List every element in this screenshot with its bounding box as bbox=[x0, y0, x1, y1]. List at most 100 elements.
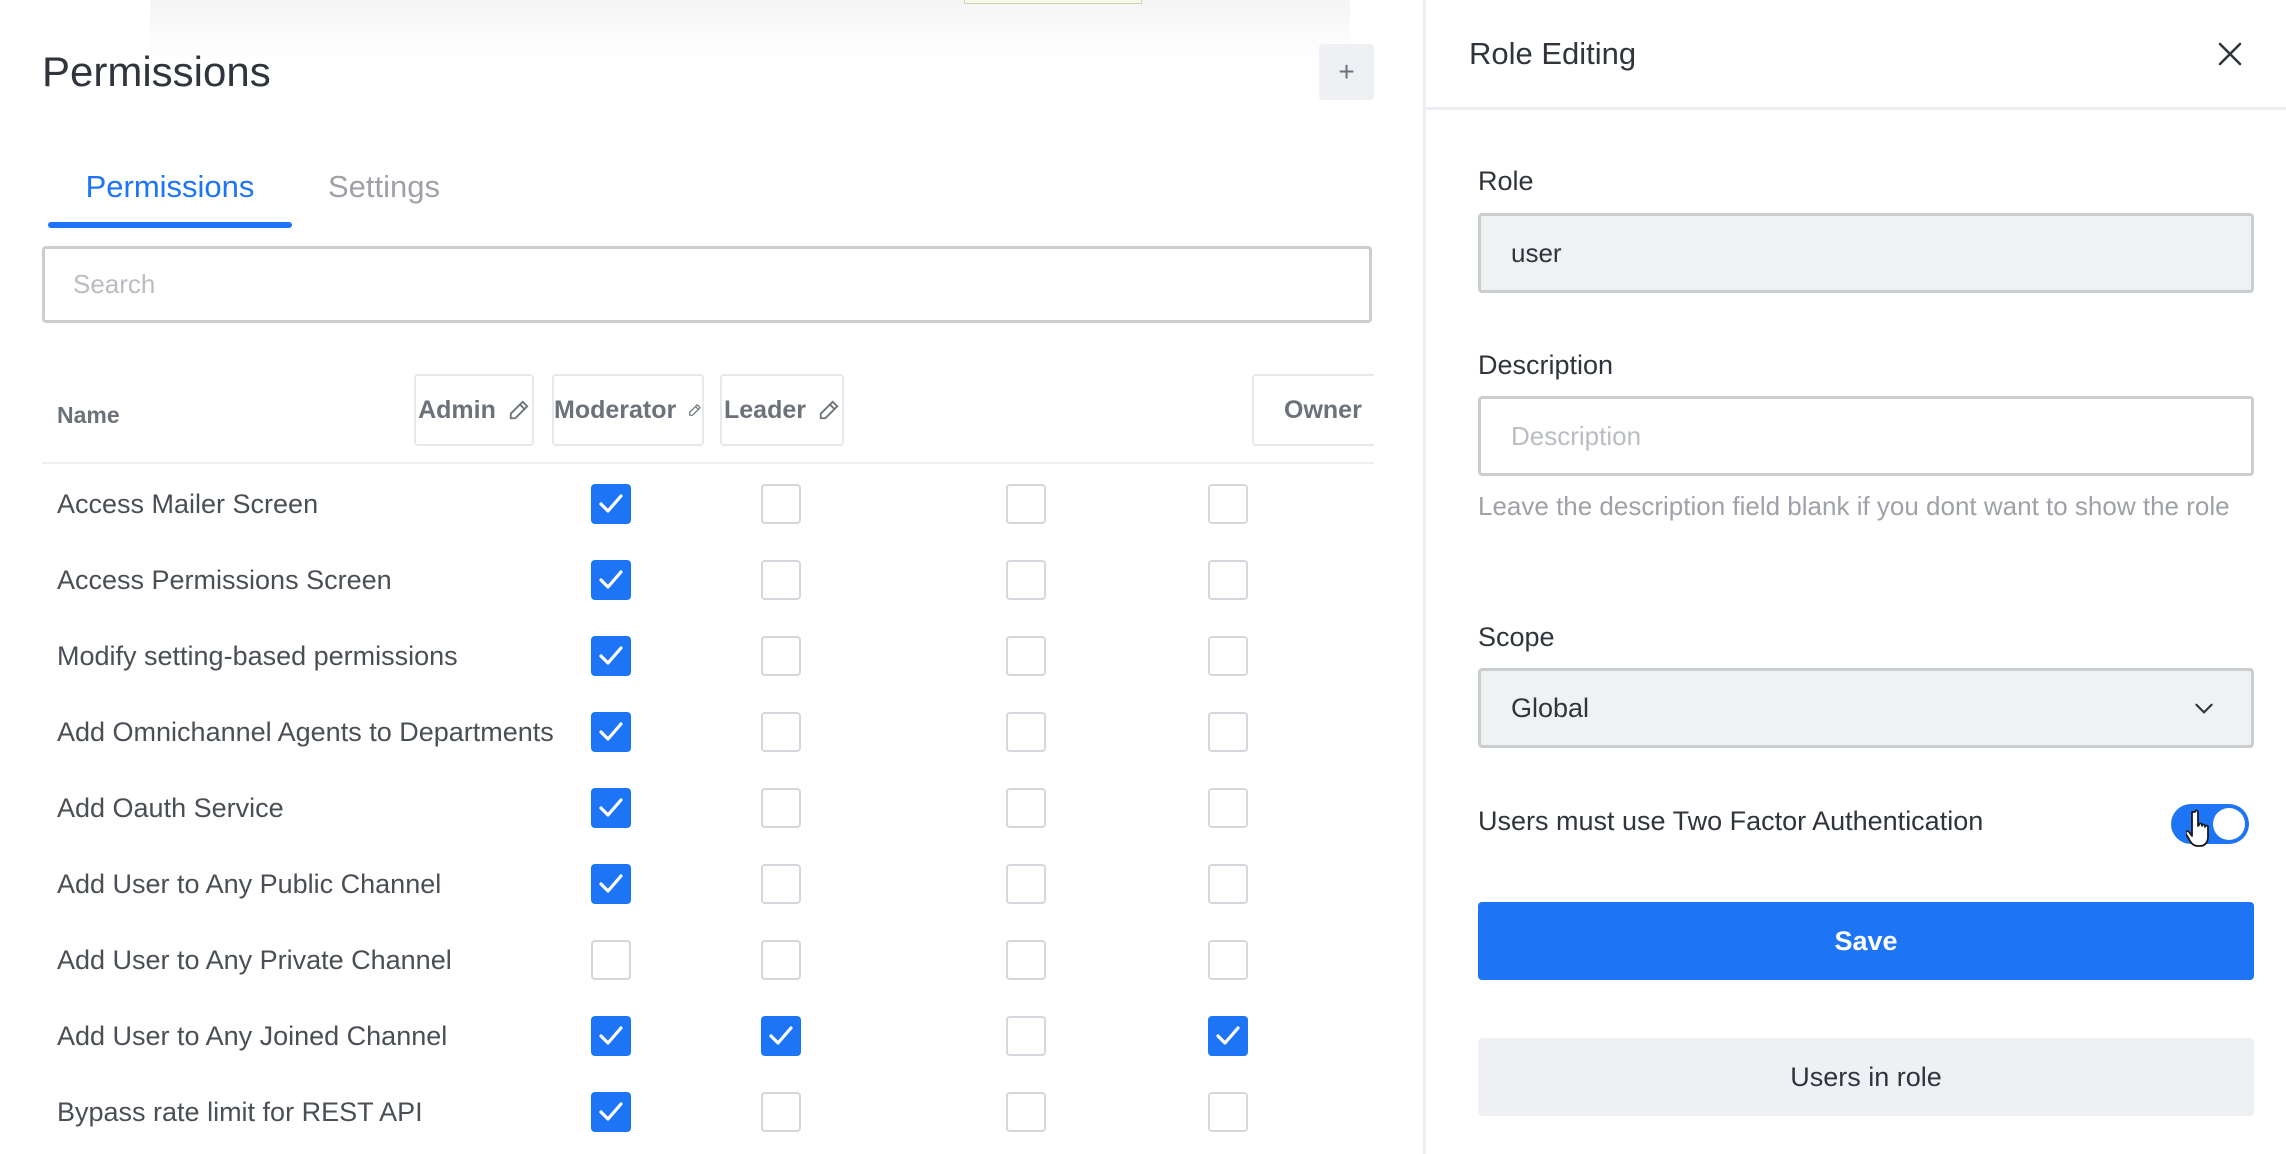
scope-select[interactable]: Global bbox=[1478, 668, 2254, 748]
column-header-moderator[interactable]: Moderator bbox=[552, 374, 704, 446]
permission-checkbox-leader[interactable] bbox=[1006, 1016, 1046, 1056]
table-row: Add User to Any Private Channel bbox=[42, 926, 1374, 1002]
description-label: Description bbox=[1478, 350, 1614, 380]
permissions-page: Permissions + Permissions Settings Name … bbox=[0, 0, 1424, 1154]
toggle-knob bbox=[2213, 808, 2245, 840]
scope-label: Scope bbox=[1478, 622, 1555, 652]
hand-pointer-icon bbox=[2186, 809, 2209, 847]
scope-value: Global bbox=[1511, 693, 1590, 723]
checkmark-icon bbox=[769, 1026, 793, 1045]
role-label: Role bbox=[1478, 166, 1534, 196]
permission-checkbox-moderator[interactable] bbox=[761, 712, 801, 752]
checkmark-icon bbox=[599, 1026, 623, 1045]
add-role-button[interactable]: + bbox=[1319, 44, 1374, 100]
checkmark-icon bbox=[599, 570, 623, 589]
permission-checkbox-admin[interactable] bbox=[591, 788, 631, 828]
page-title: Permissions bbox=[42, 48, 271, 95]
description-hint: Leave the description field blank if you… bbox=[1478, 491, 2230, 521]
permission-checkbox-owner[interactable] bbox=[1208, 560, 1248, 600]
permission-checkbox-moderator[interactable] bbox=[761, 560, 801, 600]
chevron-down-icon bbox=[2195, 703, 2213, 714]
two-factor-label: Users must use Two Factor Authentication bbox=[1478, 806, 1984, 836]
permission-checkbox-owner[interactable] bbox=[1208, 712, 1248, 752]
permission-name: Bypass rate limit for REST API bbox=[57, 1097, 423, 1127]
permission-checkbox-owner[interactable] bbox=[1208, 940, 1248, 980]
column-header-admin[interactable]: Admin bbox=[414, 374, 534, 446]
role-input[interactable] bbox=[1478, 213, 2254, 293]
column-header-leader[interactable]: Leader bbox=[720, 374, 844, 446]
permission-checkbox-moderator[interactable] bbox=[761, 484, 801, 524]
permission-checkbox-admin[interactable] bbox=[591, 636, 631, 676]
permission-checkbox-moderator[interactable] bbox=[761, 864, 801, 904]
role-editing-drawer: Role Editing Role Description Leave the … bbox=[1423, 0, 2286, 1154]
header-divider bbox=[42, 462, 1374, 464]
permission-checkbox-leader[interactable] bbox=[1006, 636, 1046, 676]
permission-checkbox-moderator[interactable] bbox=[761, 636, 801, 676]
permission-checkbox-admin[interactable] bbox=[591, 712, 631, 752]
drawer-title: Role Editing bbox=[1469, 36, 1637, 71]
checkmark-icon bbox=[599, 646, 623, 665]
permission-checkbox-leader[interactable] bbox=[1006, 1092, 1046, 1132]
table-row: Access Permissions Screen bbox=[42, 546, 1374, 622]
column-header-owner-clip: Owner bbox=[1250, 370, 1374, 464]
checkmark-icon bbox=[599, 494, 623, 513]
table-row: Modify setting-based permissions bbox=[42, 622, 1374, 698]
save-button[interactable]: Save bbox=[1478, 902, 2254, 980]
permission-checkbox-leader[interactable] bbox=[1006, 864, 1046, 904]
permission-checkbox-leader[interactable] bbox=[1006, 788, 1046, 828]
permission-checkbox-owner[interactable] bbox=[1208, 484, 1248, 524]
permission-checkbox-admin[interactable] bbox=[591, 484, 631, 524]
permission-checkbox-leader[interactable] bbox=[1006, 560, 1046, 600]
permission-checkbox-admin[interactable] bbox=[591, 1016, 631, 1056]
permission-checkbox-admin[interactable] bbox=[591, 1092, 631, 1132]
table-row: Access Mailer Screen bbox=[42, 470, 1374, 546]
permission-name: Access Permissions Screen bbox=[57, 565, 392, 595]
table-row: Add Omnichannel Agents to Departments bbox=[42, 698, 1374, 774]
permission-checkbox-moderator[interactable] bbox=[761, 1092, 801, 1132]
permission-checkbox-leader[interactable] bbox=[1006, 940, 1046, 980]
search-input[interactable] bbox=[42, 246, 1372, 323]
checkmark-icon bbox=[599, 1102, 623, 1121]
permission-checkbox-admin[interactable] bbox=[591, 560, 631, 600]
close-button[interactable] bbox=[2210, 34, 2250, 74]
permission-checkbox-moderator[interactable] bbox=[761, 1016, 801, 1056]
permission-name: Add Oauth Service bbox=[57, 793, 284, 823]
permission-name: Add Omnichannel Agents to Departments bbox=[57, 717, 554, 747]
users-in-role-button[interactable]: Users in role bbox=[1478, 1038, 2254, 1116]
role-label: Leader bbox=[724, 395, 806, 424]
permission-checkbox-moderator[interactable] bbox=[761, 788, 801, 828]
tab-settings[interactable]: Settings bbox=[328, 150, 488, 224]
permission-checkbox-admin[interactable] bbox=[591, 864, 631, 904]
pencil-icon bbox=[509, 400, 529, 420]
permission-checkbox-leader[interactable] bbox=[1006, 484, 1046, 524]
tab-bar: Permissions Settings bbox=[48, 150, 488, 230]
permission-checkbox-owner[interactable] bbox=[1208, 1092, 1248, 1132]
role-label: Owner bbox=[1284, 395, 1362, 424]
permission-checkbox-owner[interactable] bbox=[1208, 864, 1248, 904]
drawer-header: Role Editing bbox=[1426, 0, 2286, 110]
permission-checkbox-leader[interactable] bbox=[1006, 712, 1046, 752]
permission-checkbox-moderator[interactable] bbox=[761, 940, 801, 980]
permission-checkbox-admin[interactable] bbox=[591, 940, 631, 980]
column-header-owner[interactable]: Owner bbox=[1252, 374, 1374, 446]
table-row: Bypass rate limit for REST API bbox=[42, 1078, 1374, 1154]
permission-name: Add User to Any Joined Channel bbox=[57, 1021, 448, 1051]
table-row: Add User to Any Joined Channel bbox=[42, 1002, 1374, 1078]
checkmark-icon bbox=[1216, 1026, 1240, 1045]
checkmark-icon bbox=[599, 798, 623, 817]
role-label: Moderator bbox=[554, 395, 677, 424]
close-icon bbox=[2218, 42, 2242, 66]
permission-name: Add User to Any Public Channel bbox=[57, 869, 442, 899]
table-row: Add User to Any Public Channel bbox=[42, 850, 1374, 926]
permission-checkbox-owner[interactable] bbox=[1208, 788, 1248, 828]
description-input[interactable] bbox=[1478, 396, 2254, 476]
tab-permissions[interactable]: Permissions bbox=[48, 150, 292, 228]
table-header: Name Admin Moderator Leader bbox=[42, 370, 1374, 464]
permission-checkbox-owner[interactable] bbox=[1208, 636, 1248, 676]
table-row: Add Oauth Service bbox=[42, 774, 1374, 850]
role-label: Admin bbox=[418, 395, 496, 424]
checkmark-icon bbox=[599, 874, 623, 893]
column-header-name: Name bbox=[57, 402, 120, 428]
permission-checkbox-owner[interactable] bbox=[1208, 1016, 1248, 1056]
permission-name: Access Mailer Screen bbox=[57, 489, 319, 519]
